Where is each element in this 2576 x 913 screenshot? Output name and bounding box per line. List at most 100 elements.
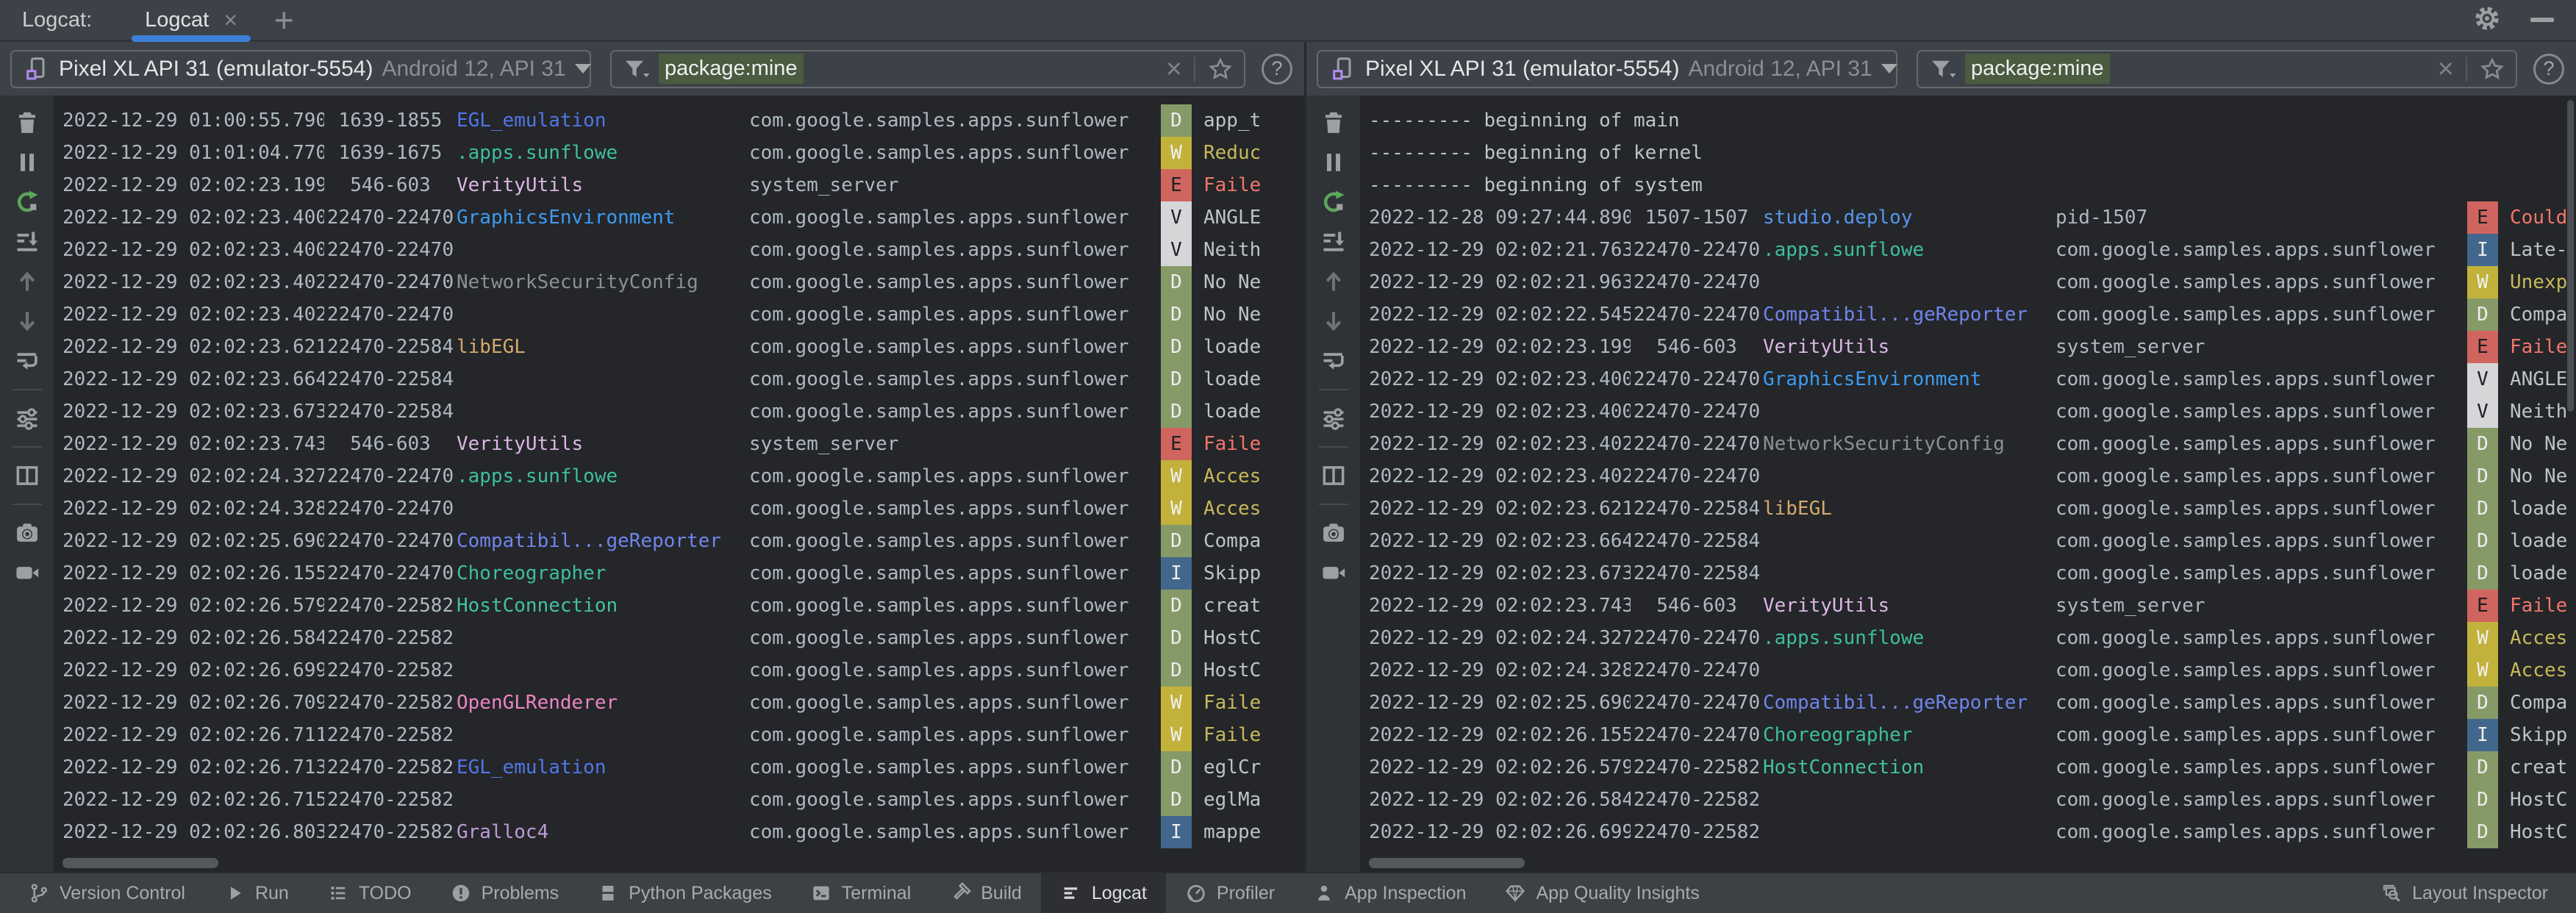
toolwindow-button-terminal[interactable]: Terminal <box>791 873 930 913</box>
log-row[interactable]: 2022-12-29 02:02:26.715 22470-22582 com.go… <box>54 784 1304 816</box>
log-row[interactable]: 2022-12-29 02:02:23.400 22470-22470 Graphi… <box>54 201 1304 234</box>
toolwindow-button-app-quality-insights[interactable]: App Quality Insights <box>1485 873 1718 913</box>
toolwindow-button-profiler[interactable]: Profiler <box>1166 873 1294 913</box>
log-row[interactable]: 2022-12-29 02:02:26.709 22470-22582 OpenGL… <box>54 687 1304 719</box>
log-row[interactable]: 2022-12-29 02:02:23.402 22470-22470 Networ… <box>54 266 1304 298</box>
log-view[interactable]: --------- beginning of main --------- beg… <box>1360 96 2576 872</box>
previous-occurrence-button[interactable] <box>1318 266 1349 297</box>
log-row[interactable]: 2022-12-29 02:02:26.584 22470-22582 com.go… <box>54 622 1304 654</box>
horizontal-scrollbar-thumb[interactable] <box>1369 858 1525 868</box>
soft-wrap-button[interactable] <box>12 345 43 376</box>
log-row[interactable]: 2022-12-29 02:02:23.199 546-603 VerityUtil… <box>54 169 1304 201</box>
device-selector[interactable]: Pixel XL API 31 (emulator-5554) Android … <box>1317 49 1897 88</box>
clear-logcat-button[interactable] <box>12 107 43 138</box>
log-row[interactable]: 2022-12-29 02:02:26.699 22470-22582 com.go… <box>1360 816 2576 848</box>
logcat-filter-input[interactable]: package:mine × <box>610 49 1245 88</box>
toolwindow-button-run[interactable]: Run <box>204 873 308 913</box>
formatting-options-button[interactable] <box>1318 403 1349 434</box>
log-row[interactable]: 2022-12-29 02:02:24.328 22470-22470 com.go… <box>54 493 1304 525</box>
scroll-to-end-button[interactable] <box>1318 226 1349 257</box>
add-tab-button[interactable]: + <box>274 3 294 37</box>
log-row[interactable]: 2022-12-29 02:02:23.743 546-603 VerityUtil… <box>54 428 1304 460</box>
log-row[interactable]: 2022-12-29 02:02:23.402 22470-22470 com.go… <box>1360 460 2576 493</box>
log-row[interactable]: 2022-12-29 02:02:26.584 22470-22582 com.go… <box>1360 784 2576 816</box>
log-row[interactable]: 2022-12-29 02:02:24.328 22470-22470 com.go… <box>1360 654 2576 687</box>
formatting-options-button[interactable] <box>12 403 43 434</box>
log-row[interactable]: 2022-12-29 02:02:25.690 22470-22470 Compat… <box>54 525 1304 557</box>
toolwindow-button-version-control[interactable]: Version Control <box>9 873 204 913</box>
take-screenshot-button[interactable] <box>12 518 43 548</box>
log-row[interactable]: 2022-12-29 02:02:23.621 22470-22584 libEGL… <box>1360 493 2576 525</box>
restart-logcat-button[interactable] <box>12 187 43 218</box>
device-selector[interactable]: Pixel XL API 31 (emulator-5554) Android … <box>10 49 591 88</box>
vertical-scrollbar-thumb[interactable] <box>2567 100 2574 412</box>
filter-query-text[interactable]: package:mine <box>659 54 804 84</box>
help-icon[interactable]: ? <box>2533 53 2564 85</box>
previous-occurrence-button[interactable] <box>12 266 43 297</box>
clear-logcat-button[interactable] <box>1318 107 1349 138</box>
log-row[interactable]: 2022-12-29 02:02:26.579 22470-22582 HostCo… <box>54 590 1304 622</box>
log-row[interactable]: 2022-12-28 09:27:44.890 1507-1507 studio.d… <box>1360 201 2576 234</box>
log-row[interactable]: 2022-12-29 02:02:23.402 22470-22470 Networ… <box>1360 428 2576 460</box>
log-row[interactable]: 2022-12-29 02:02:23.673 22470-22584 com.go… <box>54 395 1304 428</box>
log-row[interactable]: 2022-12-29 02:02:26.713 22470-22582 EGL_em… <box>54 751 1304 784</box>
clear-filter-icon[interactable]: × <box>1166 55 1182 83</box>
tab-close-icon[interactable]: × <box>223 8 237 32</box>
toolwindow-button-logcat[interactable]: Logcat <box>1040 873 1166 913</box>
record-screen-button[interactable] <box>1318 557 1349 588</box>
restart-logcat-button[interactable] <box>1318 187 1349 218</box>
next-occurrence-button[interactable] <box>12 306 43 337</box>
log-row[interactable]: 2022-12-29 02:02:26.155 22470-22470 Choreo… <box>54 557 1304 590</box>
soft-wrap-button[interactable] <box>1318 345 1349 376</box>
log-row[interactable]: 2022-12-29 01:00:55.790 1639-1855 EGL_emul… <box>54 104 1304 137</box>
log-view[interactable]: 2022-12-29 01:00:55.790 1639-1855 EGL_emul… <box>54 96 1304 872</box>
log-row[interactable]: 2022-12-29 02:02:23.402 22470-22470 com.go… <box>54 298 1304 331</box>
settings-gear-icon[interactable] <box>2473 4 2501 36</box>
toolwindow-button-build[interactable]: Build <box>930 873 1041 913</box>
split-panels-button[interactable] <box>1318 460 1349 491</box>
logcat-filter-input[interactable]: package:mine × <box>1917 49 2517 88</box>
filter-query-text[interactable]: package:mine <box>1965 54 2110 84</box>
toolwindow-button-app-inspection[interactable]: App Inspection <box>1294 873 1485 913</box>
toolwindow-button-python-packages[interactable]: Python Packages <box>578 873 791 913</box>
hide-tool-window-icon[interactable] <box>2530 18 2554 22</box>
log-row[interactable]: 2022-12-29 02:02:21.963 22470-22470 com.go… <box>1360 266 2576 298</box>
favorite-star-icon[interactable] <box>1207 56 1234 82</box>
next-occurrence-button[interactable] <box>1318 306 1349 337</box>
log-row[interactable]: --------- beginning of system <box>1360 169 2576 201</box>
log-row[interactable]: 2022-12-29 02:02:26.711 22470-22582 com.go… <box>54 719 1304 751</box>
log-row[interactable]: --------- beginning of kernel <box>1360 137 2576 169</box>
favorite-star-icon[interactable] <box>2479 56 2505 82</box>
log-row[interactable]: 2022-12-29 02:02:23.664 22470-22584 com.go… <box>1360 525 2576 557</box>
log-row[interactable]: 2022-12-29 02:02:23.400 22470-22470 com.go… <box>1360 395 2576 428</box>
pause-logcat-button[interactable] <box>12 147 43 178</box>
log-row[interactable]: 2022-12-29 02:02:26.579 22470-22582 HostCo… <box>1360 751 2576 784</box>
log-row[interactable]: 2022-12-29 02:02:24.327 22470-22470 .apps.… <box>54 460 1304 493</box>
record-screen-button[interactable] <box>12 557 43 588</box>
clear-filter-icon[interactable]: × <box>2438 55 2454 83</box>
log-row[interactable]: 2022-12-29 02:02:23.400 22470-22470 Graphi… <box>1360 363 2576 395</box>
tab-logcat[interactable]: Logcat × <box>132 0 251 42</box>
toolwindow-button-todo[interactable]: TODO <box>308 873 431 913</box>
log-row[interactable]: 2022-12-29 02:02:24.327 22470-22470 .apps.… <box>1360 622 2576 654</box>
log-row[interactable]: 2022-12-29 02:02:23.400 22470-22470 com.go… <box>54 234 1304 266</box>
log-row[interactable]: 2022-12-29 02:02:23.664 22470-22584 com.go… <box>54 363 1304 395</box>
toolwindow-button-layout-inspector[interactable]: Layout Inspector <box>2361 873 2567 913</box>
log-row[interactable]: 2022-12-29 02:02:23.621 22470-22584 libEGL… <box>54 331 1304 363</box>
help-icon[interactable]: ? <box>1262 53 1292 85</box>
log-row[interactable]: 2022-12-29 02:02:22.545 22470-22470 Compat… <box>1360 298 2576 331</box>
scroll-to-end-button[interactable] <box>12 226 43 257</box>
log-row[interactable]: 2022-12-29 02:02:25.690 22470-22470 Compat… <box>1360 687 2576 719</box>
log-row[interactable]: --------- beginning of main <box>1360 104 2576 137</box>
log-row[interactable]: 2022-12-29 02:02:23.199 546-603 VerityUtil… <box>1360 331 2576 363</box>
pause-logcat-button[interactable] <box>1318 147 1349 178</box>
log-row[interactable]: 2022-12-29 02:02:26.699 22470-22582 com.go… <box>54 654 1304 687</box>
take-screenshot-button[interactable] <box>1318 518 1349 548</box>
log-row[interactable]: 2022-12-29 02:02:26.155 22470-22470 Choreo… <box>1360 719 2576 751</box>
log-row[interactable]: 2022-12-29 02:02:23.743 546-603 VerityUtil… <box>1360 590 2576 622</box>
log-row[interactable]: 2022-12-29 02:02:26.803 22470-22582 Grallo… <box>54 816 1304 848</box>
horizontal-scrollbar-thumb[interactable] <box>62 858 218 868</box>
log-row[interactable]: 2022-12-29 02:02:23.673 22470-22584 com.go… <box>1360 557 2576 590</box>
split-panels-button[interactable] <box>12 460 43 491</box>
toolwindow-button-problems[interactable]: Problems <box>431 873 579 913</box>
